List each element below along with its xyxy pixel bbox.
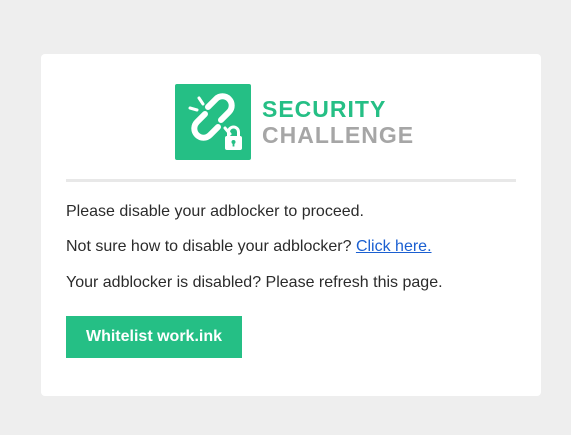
challenge-header: SECURITY CHALLENGE — [175, 84, 414, 160]
title-security: SECURITY — [262, 96, 387, 122]
divider — [66, 179, 516, 182]
security-challenge-card: SECURITY CHALLENGE Please disable your a… — [41, 54, 541, 396]
disable-adblocker-message: Please disable your adblocker to proceed… — [66, 203, 364, 220]
whitelist-button[interactable]: Whitelist work.ink — [66, 316, 242, 358]
click-here-link[interactable]: Click here. — [356, 238, 432, 255]
chain-link-lock-icon — [175, 84, 251, 160]
challenge-title: SECURITY CHALLENGE — [262, 96, 414, 148]
help-message-text: Not sure how to disable your adblocker? — [66, 238, 356, 255]
title-challenge: CHALLENGE — [262, 122, 415, 148]
help-message: Not sure how to disable your adblocker? … — [66, 238, 432, 256]
refresh-message: Your adblocker is disabled? Please refre… — [66, 274, 443, 291]
